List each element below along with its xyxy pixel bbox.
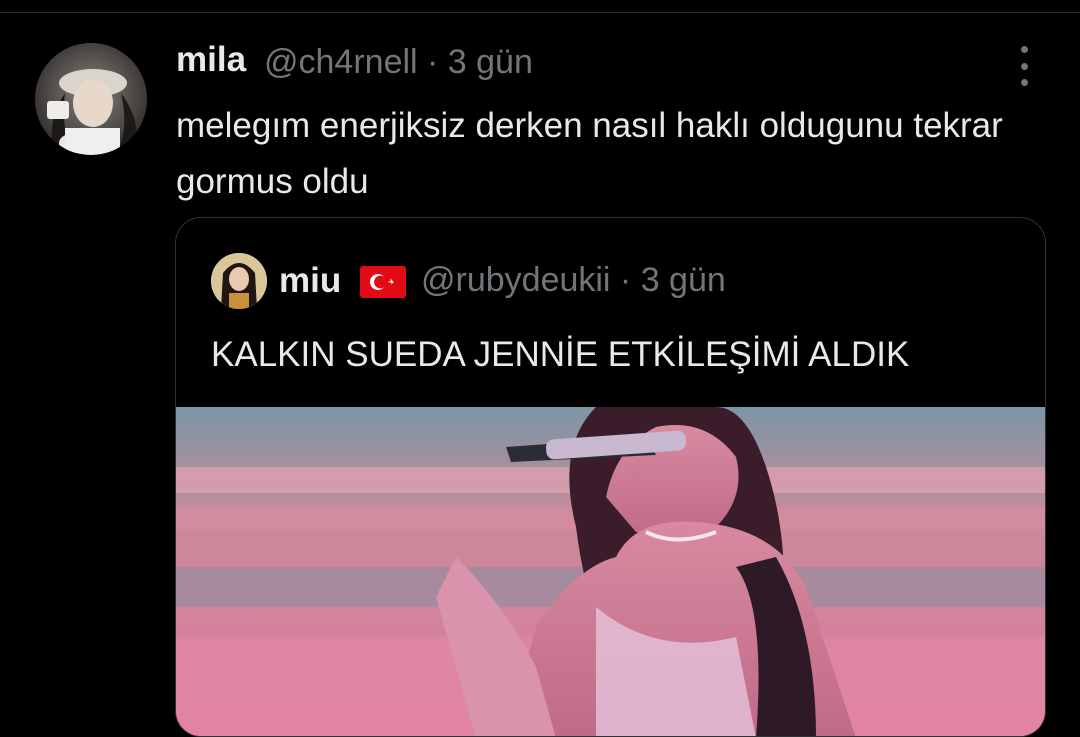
quoted-author-handle-and-time[interactable]: @rubydeukii · 3 gün	[421, 261, 726, 300]
quoted-tweet-text: KALKIN SUEDA JENNİE ETKİLEŞİMİ ALDIK	[211, 335, 910, 374]
quoted-author-name[interactable]: miu	[279, 261, 341, 301]
dot	[1020, 62, 1028, 70]
dot	[1020, 79, 1028, 86]
tweet[interactable]: mila @ch4rnell · 3 gün melegım enerjiksi…	[0, 0, 1080, 737]
author-handle-and-time[interactable]: @ch4rnell · 3 gün	[264, 43, 533, 82]
quoted-tweet-media[interactable]	[176, 407, 1045, 736]
author-avatar[interactable]	[35, 43, 147, 155]
quoted-author-avatar[interactable]	[211, 253, 267, 309]
author-name[interactable]: mila	[176, 40, 246, 80]
dot	[1020, 46, 1028, 53]
more-vertical-icon[interactable]	[1010, 46, 1038, 86]
tweet-text: melegım enerjiksiz derken nasıl haklı ol…	[176, 106, 1003, 201]
quoted-tweet-card[interactable]: miu @rubydeukii · 3 gün KALKIN SUEDA JEN…	[175, 217, 1046, 737]
turkey-flag-icon	[360, 266, 406, 298]
